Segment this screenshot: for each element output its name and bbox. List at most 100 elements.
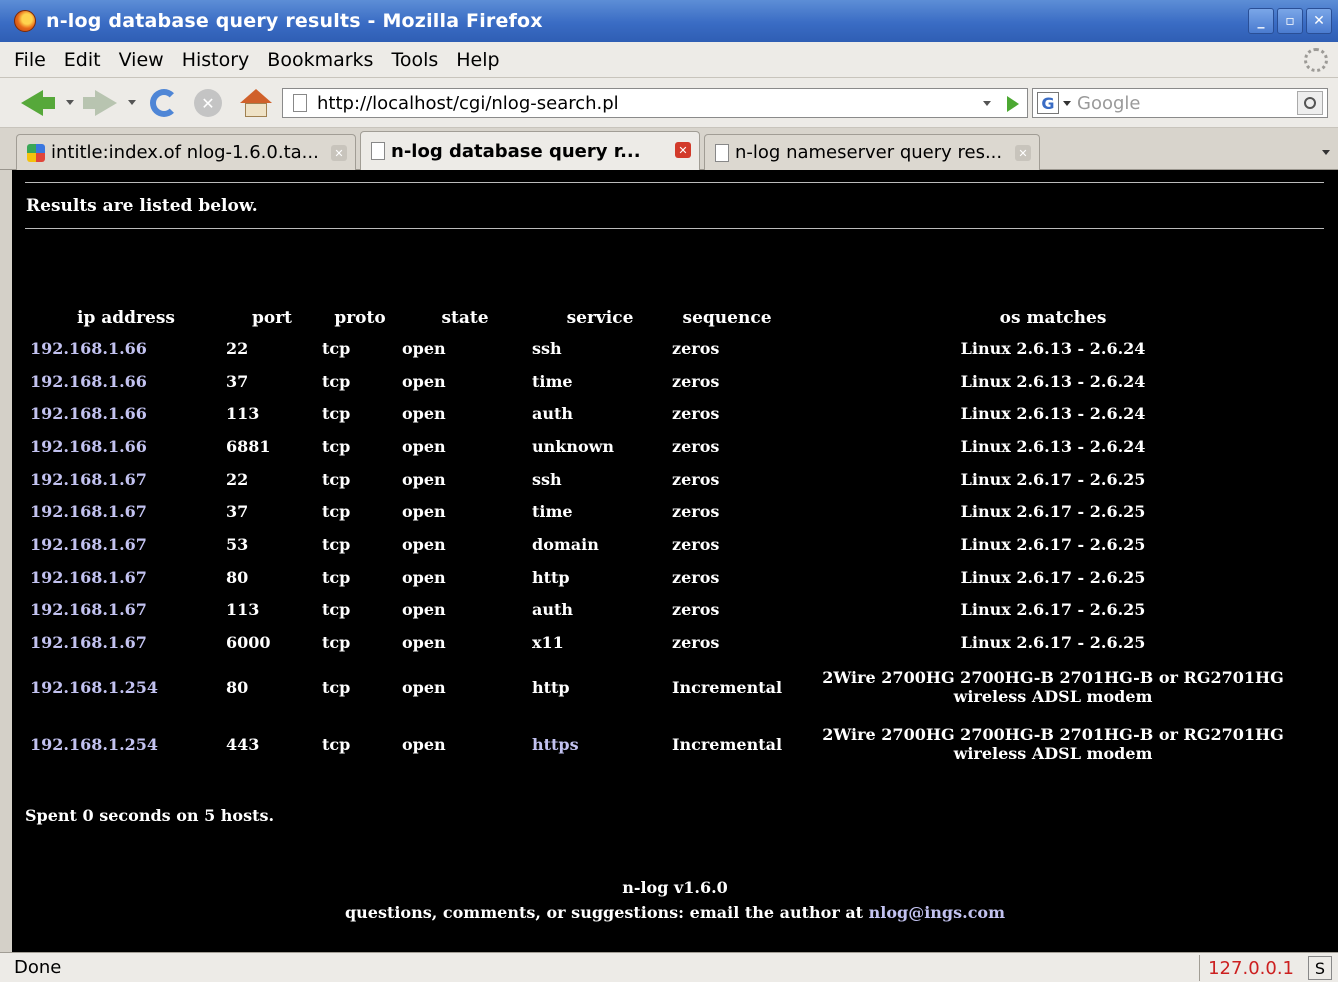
- state-cell: open: [402, 534, 446, 554]
- search-bar[interactable]: G Google: [1032, 88, 1328, 118]
- forward-history-dropdown-icon[interactable]: [128, 100, 136, 105]
- tab-close-icon[interactable]: ✕: [675, 142, 691, 158]
- search-button[interactable]: [1297, 91, 1323, 115]
- firefox-logo-icon: [14, 10, 36, 32]
- proto-cell: tcp: [322, 436, 351, 456]
- contact-prefix: questions, comments, or suggestions: ema…: [344, 903, 869, 922]
- home-icon: [240, 89, 272, 103]
- go-button-icon[interactable]: [1007, 96, 1019, 112]
- google-favicon-icon: [27, 143, 45, 162]
- port-cell: 22: [226, 469, 249, 489]
- table-header-row: ip address port proto state service sequ…: [24, 304, 1322, 332]
- service-cell: ssh: [532, 469, 562, 489]
- menu-file[interactable]: File: [14, 49, 46, 71]
- divider: [25, 182, 1324, 183]
- ip-address-link[interactable]: 192.168.1.66: [30, 437, 147, 456]
- proto-cell: tcp: [322, 567, 351, 587]
- ip-address-link[interactable]: 192.168.1.66: [30, 339, 147, 358]
- os-matches-cell: Linux 2.6.13 - 2.6.24: [960, 404, 1146, 424]
- status-addon-icon[interactable]: S: [1308, 956, 1332, 980]
- service-cell: auth: [532, 404, 574, 424]
- back-history-dropdown-icon[interactable]: [66, 100, 74, 105]
- table-row: 192.168.1.254 443 tcp open https Incremental 2…: [24, 716, 1322, 773]
- google-engine-icon[interactable]: G: [1037, 92, 1059, 114]
- ip-address-link[interactable]: 192.168.1.67: [30, 568, 147, 587]
- forward-arrow-icon: [95, 90, 117, 116]
- ip-address-link[interactable]: 192.168.1.67: [30, 535, 147, 554]
- table-row: 192.168.1.67 6000 tcp open x11 zeros Linux 2.6…: [24, 626, 1322, 659]
- sequence-cell: zeros: [672, 436, 720, 456]
- tab-nlog-nameserver-query[interactable]: n-log nameserver query res... ✕: [704, 134, 1040, 170]
- state-cell: open: [402, 502, 446, 522]
- menu-edit[interactable]: Edit: [64, 49, 101, 71]
- back-button[interactable]: [20, 88, 56, 118]
- back-arrow-icon: [21, 90, 43, 116]
- restore-button[interactable]: ▫: [1277, 8, 1303, 34]
- throbber-icon: [1304, 48, 1328, 72]
- table-row: 192.168.1.67 113 tcp open auth zeros Linux 2.6…: [24, 594, 1322, 627]
- ip-address-link[interactable]: 192.168.1.254: [30, 735, 158, 754]
- ip-address-cell: 192.168.1.66: [24, 332, 224, 365]
- service-cell: unknown: [532, 436, 615, 456]
- service-link[interactable]: https: [532, 735, 579, 754]
- close-button[interactable]: ✕: [1306, 8, 1332, 34]
- table-row: 192.168.1.67 22 tcp open ssh zeros Linux 2.6.1…: [24, 463, 1322, 496]
- proto-cell: tcp: [322, 371, 351, 391]
- search-input[interactable]: Google: [1077, 93, 1140, 114]
- status-text: Done: [14, 957, 62, 978]
- contact-line: questions, comments, or suggestions: ema…: [12, 903, 1338, 922]
- stop-button[interactable]: ✕: [192, 88, 224, 118]
- tab-nlog-database-query[interactable]: n-log database query r... ✕: [360, 131, 700, 170]
- ip-address-link[interactable]: 192.168.1.254: [30, 678, 158, 697]
- proto-cell: tcp: [322, 469, 351, 489]
- tab-label: intitle:index.of nlog-1.6.0.ta...: [51, 142, 319, 163]
- service-cell: ssh: [532, 338, 562, 358]
- os-matches-cell: Linux 2.6.17 - 2.6.25: [960, 534, 1146, 554]
- tab-google-search[interactable]: intitle:index.of nlog-1.6.0.ta... ✕: [16, 134, 356, 170]
- state-cell: open: [402, 677, 446, 697]
- home-button[interactable]: [238, 88, 274, 118]
- sequence-cell: Incremental: [672, 734, 783, 754]
- window-titlebar[interactable]: n-log database query results - Mozilla F…: [0, 0, 1338, 42]
- ip-address-link[interactable]: 192.168.1.66: [30, 404, 147, 423]
- ip-address-link[interactable]: 192.168.1.66: [30, 372, 147, 391]
- table-row: 192.168.1.67 53 tcp open domain zeros Linux 2.…: [24, 528, 1322, 561]
- url-history-dropdown-icon[interactable]: [983, 101, 991, 106]
- magnifier-icon: [1304, 97, 1316, 109]
- sequence-cell: zeros: [672, 502, 720, 522]
- page-icon: [293, 94, 307, 112]
- search-engine-dropdown-icon[interactable]: [1063, 100, 1071, 106]
- service-cell: http: [532, 677, 570, 697]
- minimize-button[interactable]: _: [1248, 8, 1274, 34]
- menu-history[interactable]: History: [182, 49, 250, 71]
- stop-icon: ✕: [194, 89, 222, 117]
- ip-address-link[interactable]: 192.168.1.67: [30, 470, 147, 489]
- divider: [25, 228, 1324, 229]
- tab-close-icon[interactable]: ✕: [1015, 145, 1031, 161]
- author-email-link[interactable]: nlog@ings.com: [869, 903, 1005, 922]
- ip-address-link[interactable]: 192.168.1.67: [30, 633, 147, 652]
- url-text[interactable]: http://localhost/cgi/nlog-search.pl: [317, 93, 619, 114]
- menu-bookmarks[interactable]: Bookmarks: [267, 49, 373, 71]
- reload-button[interactable]: [148, 88, 180, 118]
- tab-list-button[interactable]: [1314, 134, 1338, 170]
- service-cell: auth: [532, 600, 574, 620]
- tab-close-icon[interactable]: ✕: [331, 145, 347, 161]
- summary-text: Spent 0 seconds on 5 hosts.: [25, 806, 275, 825]
- chevron-down-icon: [1322, 149, 1330, 155]
- ip-address-link[interactable]: 192.168.1.67: [30, 600, 147, 619]
- menu-view[interactable]: View: [119, 49, 164, 71]
- ip-address-cell: 192.168.1.67: [24, 463, 224, 496]
- port-cell: 80: [226, 567, 249, 587]
- ip-address-link[interactable]: 192.168.1.67: [30, 502, 147, 521]
- forward-button[interactable]: [82, 88, 118, 118]
- ip-address-cell: 192.168.1.67: [24, 594, 224, 627]
- menu-help[interactable]: Help: [456, 49, 499, 71]
- menu-tools[interactable]: Tools: [391, 49, 438, 71]
- state-cell: open: [402, 734, 446, 754]
- proto-cell: tcp: [322, 734, 351, 754]
- table-row: 192.168.1.66 37 tcp open time zeros Linux 2.6.…: [24, 365, 1322, 398]
- state-cell: open: [402, 600, 446, 620]
- column-header-ip-address: ip address: [77, 308, 175, 328]
- url-bar[interactable]: http://localhost/cgi/nlog-search.pl: [282, 88, 1028, 118]
